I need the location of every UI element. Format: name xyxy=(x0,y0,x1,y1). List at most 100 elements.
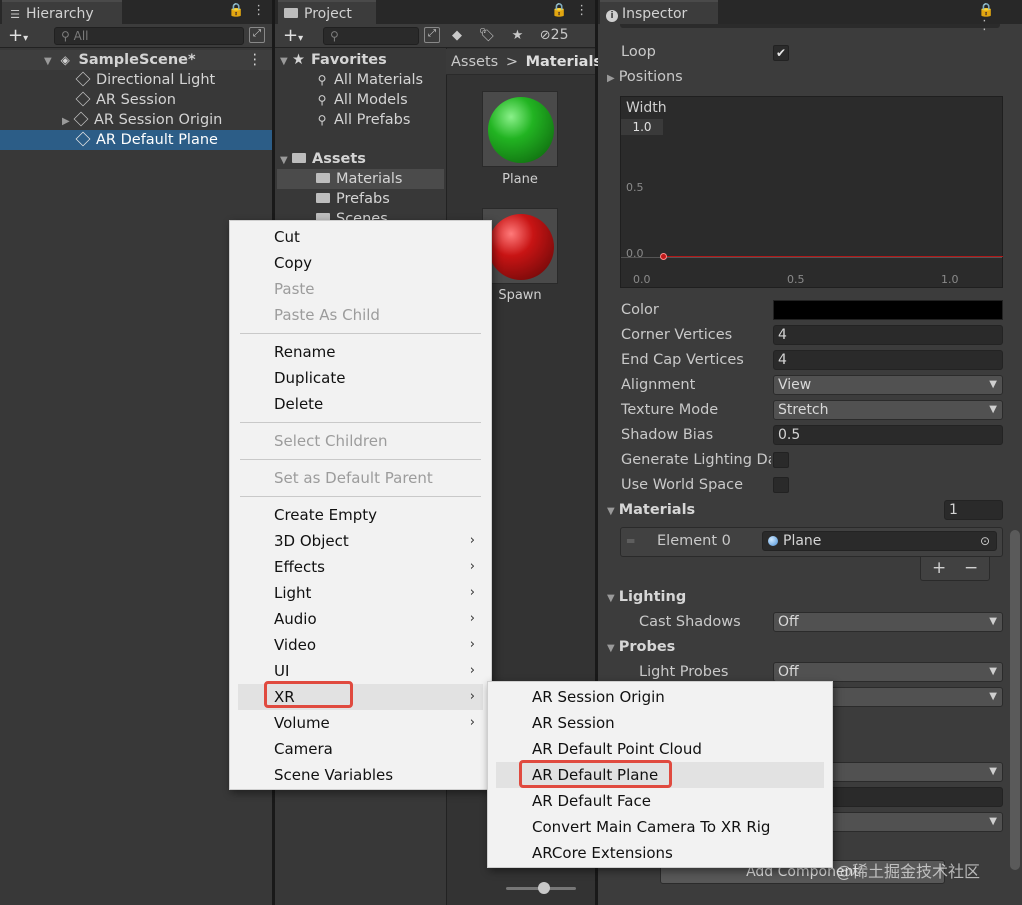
expand-arrow-icon[interactable]: ▼ xyxy=(280,52,292,72)
inspector-tab[interactable]: i Inspector xyxy=(600,0,718,24)
search-options-icon[interactable]: ⤢ xyxy=(249,27,265,43)
collapse-arrow-icon[interactable]: ▶ xyxy=(62,112,74,132)
xr-item-ar-session[interactable]: AR Session xyxy=(496,710,824,736)
light-probes-dropdown[interactable]: Off ▼ xyxy=(773,662,1003,682)
favorites-header[interactable]: ▼ ★ Favorites xyxy=(280,50,387,70)
folder-item[interactable]: Prefabs xyxy=(316,189,390,209)
filter-type-icon[interactable]: ◆ xyxy=(452,28,462,43)
curve-keyframe[interactable] xyxy=(660,253,667,260)
menu-item-rename[interactable]: Rename xyxy=(238,339,483,365)
expand-arrow-icon[interactable]: ▼ xyxy=(280,151,292,171)
element0-object-field[interactable]: Plane ⊙ xyxy=(762,531,997,551)
positions-foldout[interactable]: ▶ Positions xyxy=(607,69,683,85)
material-thumb-spawn[interactable] xyxy=(482,208,558,284)
menu-item-duplicate[interactable]: Duplicate xyxy=(238,365,483,391)
list-remove-button[interactable]: − xyxy=(964,557,978,579)
menu-item-video[interactable]: Video › xyxy=(238,632,483,658)
star-icon[interactable]: ★ xyxy=(512,28,524,43)
project-tab[interactable]: Project xyxy=(278,0,376,24)
lock-icon[interactable]: 🔒 xyxy=(978,3,1002,18)
favorite-item[interactable]: ⚲ All Prefabs xyxy=(316,110,411,130)
lock-icon[interactable]: 🔒 xyxy=(228,3,252,18)
loop-checkbox[interactable]: ✔ xyxy=(773,45,789,61)
materials-foldout[interactable]: ▼ Materials xyxy=(607,502,695,518)
create-plus-icon[interactable]: +▾ xyxy=(283,25,303,46)
xr-item-convert-main-camera[interactable]: Convert Main Camera To XR Rig xyxy=(496,814,824,840)
object-picker-icon[interactable]: ⊙ xyxy=(980,532,990,550)
menu-item-paste[interactable]: Paste xyxy=(238,276,483,302)
inspector-tab-icons[interactable]: 🔒⋮ xyxy=(978,3,1022,33)
collapse-arrow-icon[interactable]: ▶ xyxy=(607,73,615,84)
folder-item-selected[interactable]: Materials xyxy=(277,169,444,189)
menu-item-cut[interactable]: Cut xyxy=(238,224,483,250)
expand-arrow-icon[interactable]: ▼ xyxy=(607,593,615,604)
generate-lighting-checkbox[interactable] xyxy=(773,452,789,468)
materials-count-field[interactable]: 1 xyxy=(944,500,1003,520)
inspector-scrollbar[interactable] xyxy=(1010,530,1020,870)
expand-arrow-icon[interactable]: ▼ xyxy=(44,52,56,72)
hierarchy-search-input[interactable]: ⚲ All xyxy=(54,27,244,45)
lock-icon[interactable]: 🔒 xyxy=(551,3,575,18)
menu-item-light[interactable]: Light › xyxy=(238,580,483,606)
favorite-item[interactable]: ⚲ All Models xyxy=(316,90,408,110)
hierarchy-item[interactable]: ▶ AR Session Origin xyxy=(0,110,272,130)
width-curve-editor[interactable]: Width 1.0 0.5 0.0 0.0 0.5 1.0 xyxy=(620,96,1003,288)
menu-item-camera[interactable]: Camera xyxy=(238,736,483,762)
more-icon[interactable]: ⋮ xyxy=(252,3,273,18)
scene-row[interactable]: ▼ ◈ SampleScene* ⋮ xyxy=(0,50,272,70)
menu-item-select-children[interactable]: Select Children xyxy=(238,428,483,454)
lighting-foldout[interactable]: ▼ Lighting xyxy=(607,589,686,605)
shadow-bias-field[interactable]: 0.5 xyxy=(773,425,1003,445)
menu-item-delete[interactable]: Delete xyxy=(238,391,483,417)
zoom-slider[interactable] xyxy=(506,882,576,894)
hierarchy-item[interactable]: AR Session xyxy=(0,90,272,110)
hierarchy-tab[interactable]: ☰ Hierarchy xyxy=(2,0,122,24)
menu-item-paste-as-child[interactable]: Paste As Child xyxy=(238,302,483,328)
list-add-button[interactable]: + xyxy=(932,557,946,579)
zoom-slider-handle[interactable] xyxy=(538,882,550,894)
menu-item-volume[interactable]: Volume › xyxy=(238,710,483,736)
folder-open-icon xyxy=(292,153,306,163)
more-icon[interactable]: ⋮ xyxy=(575,3,596,18)
material-thumb-plane[interactable] xyxy=(482,91,558,167)
create-plus-icon[interactable]: +▾ xyxy=(8,25,28,46)
project-toolbar-icons[interactable]: ◆ 🏷 ★ ⊘25 xyxy=(452,27,569,43)
tag-icon[interactable]: 🏷 xyxy=(479,28,496,43)
xr-item-ar-default-face[interactable]: AR Default Face xyxy=(496,788,824,814)
menu-item-audio[interactable]: Audio › xyxy=(238,606,483,632)
menu-item-scene-variables[interactable]: Scene Variables xyxy=(238,762,483,788)
assets-header[interactable]: ▼ Assets xyxy=(280,149,366,169)
project-tab-icons[interactable]: 🔒⋮ xyxy=(551,3,596,18)
menu-item-create-empty[interactable]: Create Empty xyxy=(238,502,483,528)
color-swatch[interactable] xyxy=(773,300,1003,320)
xr-item-arcore-extensions[interactable]: ARCore Extensions xyxy=(496,840,824,866)
drag-handle-icon[interactable]: ═ xyxy=(627,534,634,548)
search-options-icon[interactable]: ⤢ xyxy=(424,27,440,43)
texture-mode-dropdown[interactable]: Stretch ▼ xyxy=(773,400,1003,420)
hierarchy-item[interactable]: Directional Light xyxy=(0,70,272,90)
search-icon: ⚲ xyxy=(317,113,327,127)
probes-foldout[interactable]: ▼ Probes xyxy=(607,639,675,655)
project-search-input[interactable]: ⚲ xyxy=(323,27,419,45)
menu-item-3d-object[interactable]: 3D Object › xyxy=(238,528,483,554)
cast-shadows-dropdown[interactable]: Off ▼ xyxy=(773,612,1003,632)
expand-arrow-icon[interactable]: ▼ xyxy=(607,643,615,654)
breadcrumb-materials[interactable]: Materials xyxy=(526,54,603,70)
end-cap-vertices-field[interactable]: 4 xyxy=(773,350,1003,370)
breadcrumb-assets[interactable]: Assets xyxy=(451,54,498,70)
favorite-item[interactable]: ⚲ All Materials xyxy=(316,70,423,90)
hidden-eye-icon[interactable]: ⊘ xyxy=(540,28,551,43)
hierarchy-item-selected[interactable]: AR Default Plane xyxy=(0,130,272,150)
scene-more-icon[interactable]: ⋮ xyxy=(248,50,263,70)
menu-item-copy[interactable]: Copy xyxy=(238,250,483,276)
xr-item-ar-session-origin[interactable]: AR Session Origin xyxy=(496,684,824,710)
corner-vertices-field[interactable]: 4 xyxy=(773,325,1003,345)
chevron-right-icon: › xyxy=(469,585,475,600)
hierarchy-tab-icons[interactable]: 🔒⋮ xyxy=(228,3,273,18)
use-world-space-checkbox[interactable] xyxy=(773,477,789,493)
menu-item-set-default-parent[interactable]: Set as Default Parent xyxy=(238,465,483,491)
expand-arrow-icon[interactable]: ▼ xyxy=(607,506,615,517)
xr-item-ar-default-point-cloud[interactable]: AR Default Point Cloud xyxy=(496,736,824,762)
alignment-dropdown[interactable]: View ▼ xyxy=(773,375,1003,395)
menu-item-effects[interactable]: Effects › xyxy=(238,554,483,580)
